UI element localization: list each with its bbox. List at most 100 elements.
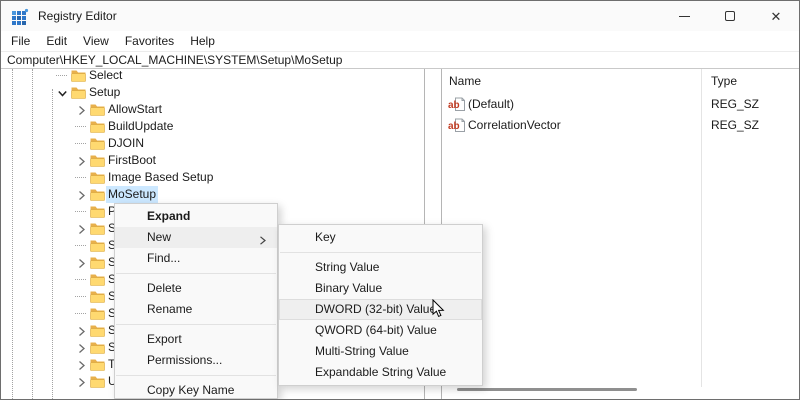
folder-icon — [90, 103, 105, 116]
menu-item-label: Binary Value — [315, 281, 383, 295]
chevron-right-icon[interactable] — [76, 342, 87, 353]
tree-item-label[interactable]: Setup — [87, 84, 122, 101]
titlebar: Registry Editor ✕ — [1, 1, 799, 31]
menubar-item-edit[interactable]: Edit — [38, 31, 75, 51]
folder-icon — [90, 375, 105, 388]
menu-item-label: Rename — [147, 302, 193, 316]
menu-item-multi-string-value[interactable]: Multi-String Value — [279, 341, 482, 362]
tree-connector — [75, 177, 86, 178]
close-button[interactable]: ✕ — [753, 1, 799, 31]
tree-connector — [75, 279, 86, 280]
address-bar[interactable]: Computer\HKEY_LOCAL_MACHINE\SYSTEM\Setup… — [1, 52, 799, 69]
minimize-icon — [678, 15, 690, 17]
registry-editor-window: Registry Editor ✕ File Edit View Favorites H… — [0, 0, 800, 400]
tree-item-mosetup[interactable]: MoSetup — [1, 186, 424, 203]
window-title: Registry Editor — [38, 9, 117, 23]
list-header: Name Type — [442, 69, 799, 93]
value-type: REG_SZ — [711, 97, 760, 111]
menu-item-expand[interactable]: Expand — [115, 206, 277, 227]
folder-icon — [90, 290, 105, 303]
menu-item-new[interactable]: New — [115, 227, 277, 248]
tree-item-label[interactable]: AllowStart — [106, 101, 164, 118]
string-value-icon: ab — [448, 97, 465, 112]
menu-item-qword-64-bit-value[interactable]: QWORD (64-bit) Value — [279, 320, 482, 341]
menu-item-label: DWORD (32-bit) Value — [315, 302, 437, 316]
menu-item-label: New — [147, 230, 172, 244]
tree-connector — [75, 211, 86, 212]
new-submenu: Key String Value Binary Value DWORD (32-bit… — [278, 224, 483, 386]
tree-item-allowstart[interactable]: AllowStart — [1, 101, 424, 118]
tree-connector — [75, 313, 86, 314]
menu-item-delete[interactable]: Delete — [115, 278, 277, 299]
address-path: Computer\HKEY_LOCAL_MACHINE\SYSTEM\Setup… — [7, 53, 343, 67]
tree-item-image-based-setup[interactable]: Image Based Setup — [1, 169, 424, 186]
folder-icon — [90, 205, 105, 218]
chevron-right-icon[interactable] — [76, 359, 87, 370]
tree-item-djoin[interactable]: DJOIN — [1, 135, 424, 152]
submenu-arrow-icon — [257, 232, 268, 245]
tree-item-firstboot[interactable]: FirstBoot — [1, 152, 424, 169]
folder-icon — [90, 341, 105, 354]
menu-item-dword-32-bit-value[interactable]: DWORD (32-bit) Value — [279, 299, 482, 320]
value-name: (Default) — [468, 97, 515, 111]
tree-item-label[interactable]: FirstBoot — [106, 152, 158, 169]
menu-item-key[interactable]: Key — [279, 227, 482, 248]
menu-separator — [116, 273, 276, 274]
menubar-item-help[interactable]: Help — [182, 31, 223, 51]
folder-icon — [90, 171, 105, 184]
tree-item-label[interactable]: DJOIN — [106, 135, 146, 152]
menu-item-rename[interactable]: Rename — [115, 299, 277, 320]
folder-icon — [90, 188, 105, 201]
menu-item-export[interactable]: Export — [115, 329, 277, 350]
tree-item-buildupdate[interactable]: BuildUpdate — [1, 118, 424, 135]
horizontal-scrollbar-thumb[interactable] — [457, 388, 637, 391]
menu-item-label: Delete — [147, 281, 182, 295]
menubar: File Edit View Favorites Help — [1, 31, 799, 52]
column-header-name[interactable]: Name — [449, 74, 481, 88]
tree-item-label[interactable]: Image Based Setup — [106, 169, 215, 186]
folder-icon — [90, 137, 105, 150]
tree-item-label[interactable]: MoSetup — [106, 186, 159, 203]
menu-item-copy-key-name[interactable]: Copy Key Name — [115, 380, 277, 399]
close-icon: ✕ — [770, 8, 782, 24]
menu-item-label: Expandable String Value — [315, 365, 447, 379]
value-row-default[interactable]: ab (Default) REG_SZ — [442, 94, 799, 115]
menu-item-find[interactable]: Find... — [115, 248, 277, 269]
tree-item-select[interactable]: Select — [1, 69, 424, 84]
tree-connector — [75, 296, 86, 297]
menu-item-binary-value[interactable]: Binary Value — [279, 278, 482, 299]
folder-icon — [71, 86, 86, 99]
tree-item-label[interactable]: BuildUpdate — [106, 118, 175, 135]
folder-icon — [90, 154, 105, 167]
menubar-item-file[interactable]: File — [3, 31, 38, 51]
menu-item-expandable-string-value[interactable]: Expandable String Value — [279, 362, 482, 383]
chevron-right-icon[interactable] — [76, 189, 87, 200]
menu-item-permissions[interactable]: Permissions... — [115, 350, 277, 371]
menu-item-string-value[interactable]: String Value — [279, 257, 482, 278]
folder-icon — [90, 358, 105, 371]
tree-item-label[interactable]: Select — [87, 69, 124, 84]
chevron-right-icon[interactable] — [76, 325, 87, 336]
chevron-right-icon[interactable] — [76, 104, 87, 115]
chevron-down-icon[interactable] — [57, 87, 68, 98]
value-row-correlationvector[interactable]: ab CorrelationVector REG_SZ — [442, 115, 799, 136]
maximize-button[interactable] — [707, 1, 753, 31]
column-header-type[interactable]: Type — [711, 74, 737, 88]
mouse-cursor — [432, 298, 445, 323]
chevron-right-icon[interactable] — [76, 223, 87, 234]
chevron-right-icon[interactable] — [76, 376, 87, 387]
minimize-button[interactable] — [661, 1, 707, 31]
tree-connector — [56, 75, 67, 76]
tree-item-setup[interactable]: Setup — [1, 84, 424, 101]
registry-editor-icon — [11, 8, 29, 25]
menubar-item-view[interactable]: View — [75, 31, 117, 51]
menubar-item-favorites[interactable]: Favorites — [117, 31, 182, 51]
menu-item-label: Copy Key Name — [147, 383, 235, 397]
folder-icon — [90, 120, 105, 133]
folder-icon — [90, 239, 105, 252]
menu-separator — [116, 324, 276, 325]
chevron-right-icon[interactable] — [76, 257, 87, 268]
menu-item-label: Permissions... — [147, 353, 223, 367]
value-name: CorrelationVector — [468, 118, 561, 132]
chevron-right-icon[interactable] — [76, 155, 87, 166]
